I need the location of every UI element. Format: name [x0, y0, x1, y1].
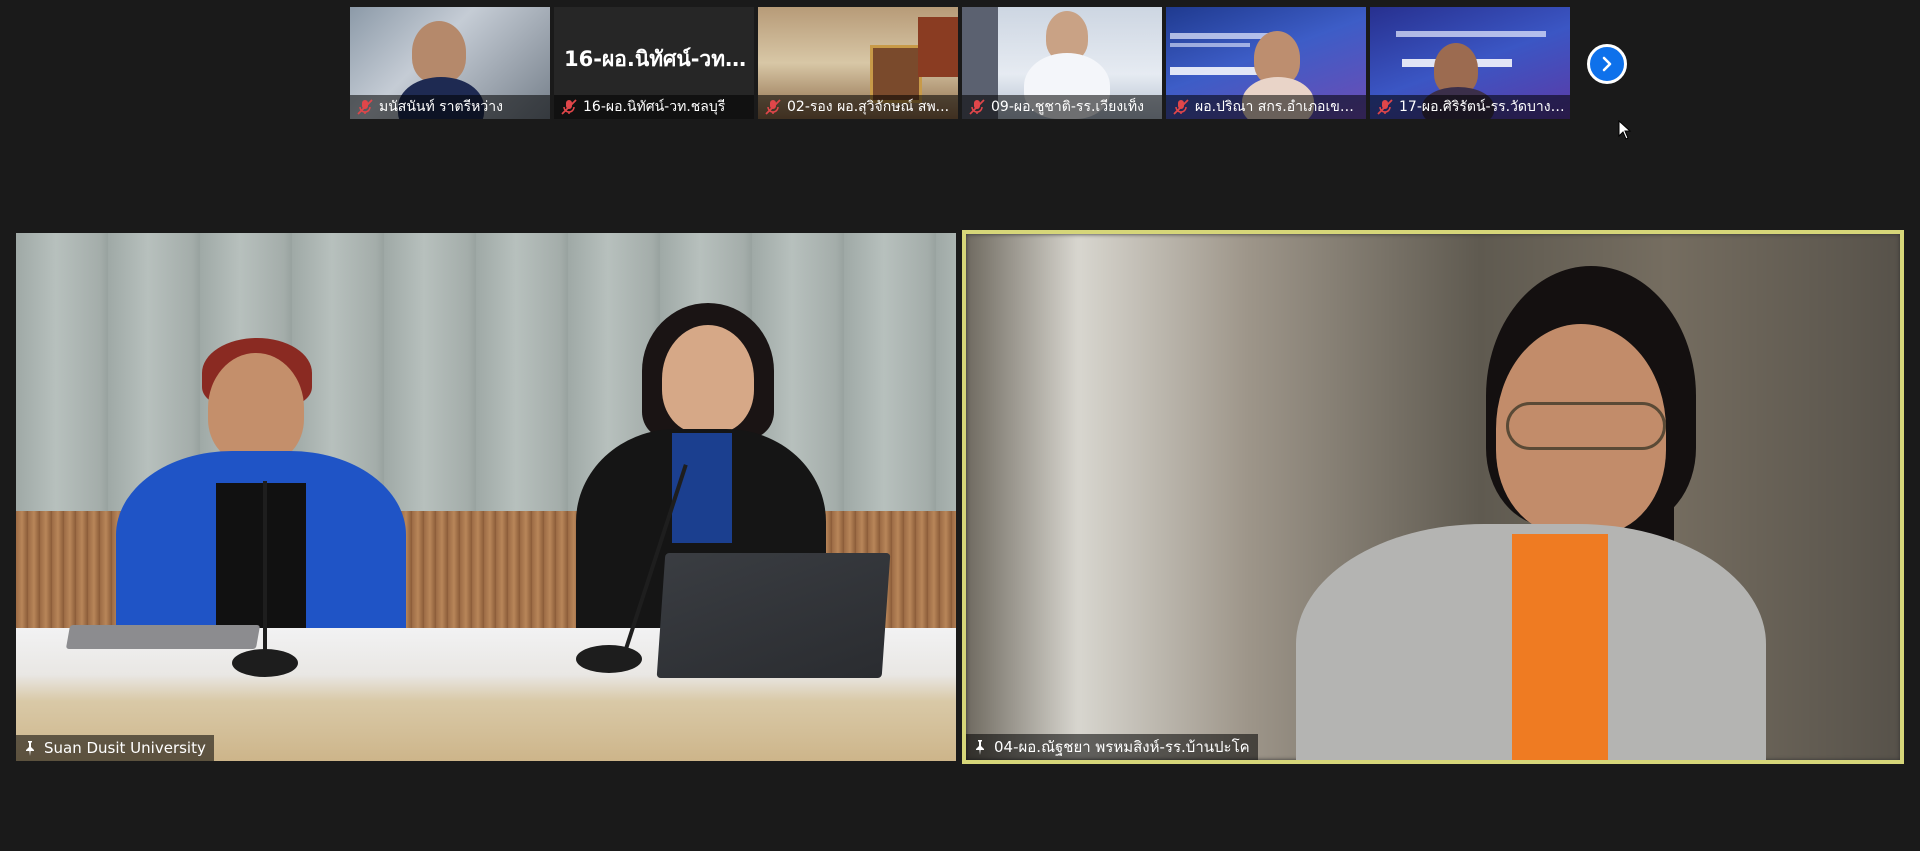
next-page-button[interactable] [1587, 44, 1627, 84]
microphone-base-right [576, 645, 642, 673]
participant-nameplate: ผอ.ปริณา สกร.อำเภอเขมร... [1166, 95, 1366, 119]
microphone-muted-icon [561, 99, 577, 115]
participant-nameplate: มนัสนันท์ ราตรีหว่าง [350, 95, 550, 119]
participant-name: มนัสนันท์ ราตรีหว่าง [379, 99, 503, 115]
participant-display-name: 16-ผอ.นิทัศน์-วท... [564, 47, 748, 71]
participant-thumbnail[interactable]: ผอ.ปริณา สกร.อำเภอเขมร... [1166, 7, 1366, 119]
pin-icon [26, 741, 34, 756]
participant-name: 09-ผอ.ชูชาติ-รร.เวียงเท็ง [991, 99, 1144, 115]
person-right-face [662, 325, 754, 433]
participant-nameplate: 09-ผอ.ชูชาติ-รร.เวียงเท็ง [962, 95, 1162, 119]
participant-name: 02-รอง ผอ.สุวิจักษณ์ สพ... [787, 99, 950, 115]
person-left-face [208, 353, 304, 463]
microphone-muted-icon [765, 99, 781, 115]
participant-nameplate: 02-รอง ผอ.สุวิจักษณ์ สพ... [758, 95, 958, 119]
microphone-muted-icon [357, 99, 373, 115]
mouse-cursor-icon [1618, 120, 1632, 140]
laptop [656, 553, 891, 678]
participant-nameplate: 17-ผอ.ศิริรัตน์-รร.วัดบางปิ... [1370, 95, 1570, 119]
microphone-base-left [232, 649, 298, 677]
participant-name: ผอ.ปริณา สกร.อำเภอเขมร... [1195, 99, 1366, 115]
participant-name: 17-ผอ.ศิริรัตน์-รร.วัดบางปิ... [1399, 99, 1570, 115]
microphone-muted-icon [969, 99, 985, 115]
tile-participant-name: Suan Dusit University [44, 739, 206, 757]
tile-nameplate: Suan Dusit University [16, 735, 214, 761]
participant-thumbnail[interactable]: 17-ผอ.ศิริรัตน์-รร.วัดบางปิ... [1370, 7, 1570, 119]
microphone-muted-icon [1173, 99, 1189, 115]
chevron-right-icon [1602, 56, 1612, 72]
participant-thumbnail[interactable]: มนัสนันท์ ราตรีหว่าง [350, 7, 550, 119]
pin-icon [976, 740, 984, 755]
microphone-muted-icon [1377, 99, 1393, 115]
meeting-stage: มนัสนันท์ ราตรีหว่าง 16-ผอ.นิทัศน์-วท...… [0, 0, 1920, 851]
video-tile-active-speaker[interactable]: 04-ผอ.ณัฐชยา พรหมสิงห์-รร.บ้านปะโค [962, 230, 1904, 764]
participant-nameplate: 16-ผอ.นิทัศน์-วท.ชลบุรี [554, 95, 754, 119]
tile-nameplate: 04-ผอ.ณัฐชยา พรหมสิงห์-รร.บ้านปะโค [966, 734, 1258, 760]
video-tile-suan-dusit[interactable]: Suan Dusit University [16, 233, 956, 761]
tile-participant-name: 04-ผอ.ณัฐชยา พรหมสิงห์-รร.บ้านปะโค [994, 738, 1250, 756]
speaker-glasses [1506, 402, 1666, 450]
participant-thumbnail[interactable]: 02-รอง ผอ.สุวิจักษณ์ สพ... [758, 7, 958, 119]
participant-thumbnail[interactable]: 16-ผอ.นิทัศน์-วท... 16-ผอ.นิทัศน์-วท.ชลบ… [554, 7, 754, 119]
participant-strip: มนัสนันท์ ราตรีหว่าง 16-ผอ.นิทัศน์-วท...… [350, 7, 1570, 119]
participant-name: 16-ผอ.นิทัศน์-วท.ชลบุรี [583, 99, 726, 115]
participant-thumbnail[interactable]: 09-ผอ.ชูชาติ-รร.เวียงเท็ง [962, 7, 1162, 119]
microphone-stand-left [263, 481, 267, 661]
